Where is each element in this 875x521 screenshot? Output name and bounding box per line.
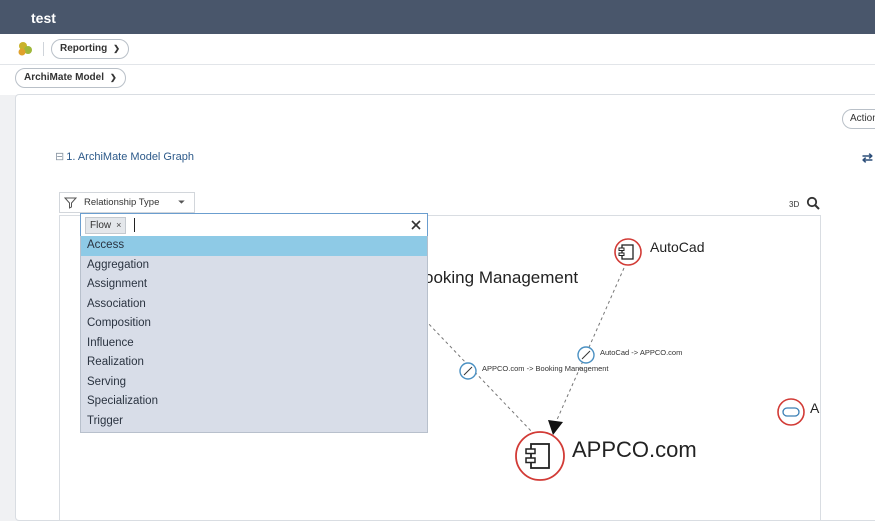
flow-relationship-icon[interactable]	[577, 346, 595, 364]
node-appco[interactable]	[515, 431, 565, 481]
option-assignment[interactable]: Assignment	[81, 275, 427, 295]
node-service[interactable]	[777, 398, 805, 426]
node-autocad[interactable]	[614, 238, 642, 266]
option-composition[interactable]: Composition	[81, 314, 427, 334]
node-label-appco: APPCO.com	[572, 437, 697, 462]
flow-relationship-icon[interactable]	[459, 362, 477, 380]
option-association[interactable]: Association	[81, 295, 427, 315]
relationship-type-options: Access Aggregation Assignment Associatio…	[80, 236, 428, 433]
edge-autocad-appco[interactable]	[555, 267, 625, 423]
edges	[424, 267, 625, 435]
chip-label: Flow	[90, 220, 112, 231]
text-cursor	[134, 218, 135, 232]
clear-selection-icon[interactable]	[409, 218, 423, 232]
edge-icons	[459, 346, 595, 380]
node-label-autocad: AutoCad	[650, 239, 705, 255]
option-access[interactable]: Access	[81, 236, 427, 256]
option-trigger[interactable]: Trigger	[81, 412, 427, 432]
chip-remove-button[interactable]: ×	[116, 220, 121, 230]
option-aggregation[interactable]: Aggregation	[81, 256, 427, 276]
arrowhead	[548, 420, 563, 435]
edge-label-appco-booking: APPCO.com -> Booking Management	[482, 364, 609, 373]
relationship-type-combobox[interactable]: Flow ×	[80, 213, 428, 238]
selected-chip-flow: Flow ×	[85, 217, 127, 234]
edge-label-autocad-appco: AutoCad -> APPCO.com	[600, 348, 683, 357]
edge-appco-booking[interactable]	[424, 319, 534, 434]
node-label-booking: ooking Management	[424, 268, 579, 287]
node-label-service: A	[810, 400, 820, 416]
option-influence[interactable]: Influence	[81, 334, 427, 354]
option-specialization[interactable]: Specialization	[81, 392, 427, 412]
option-serving[interactable]: Serving	[81, 373, 427, 393]
option-realization[interactable]: Realization	[81, 353, 427, 373]
